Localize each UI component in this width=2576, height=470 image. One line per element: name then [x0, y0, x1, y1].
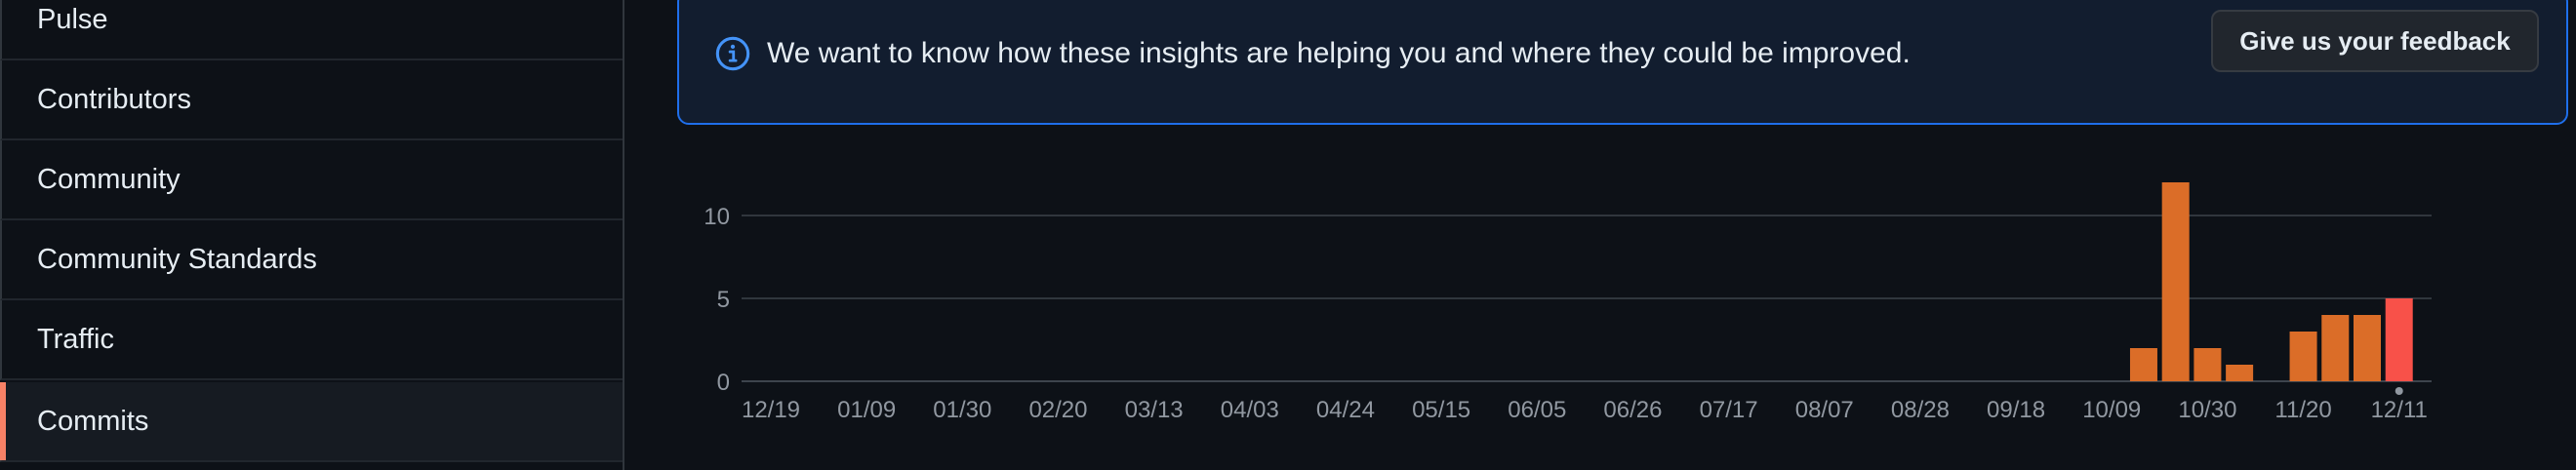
commit-bar[interactable] — [2129, 348, 2157, 381]
x-tick-label: 12/19 — [742, 397, 800, 423]
commit-bar[interactable] — [2161, 182, 2190, 381]
x-tick-label: 08/07 — [1795, 397, 1854, 423]
x-tick-label: 01/30 — [933, 397, 991, 423]
current-week-marker — [2395, 387, 2403, 395]
commit-bar[interactable] — [2289, 332, 2317, 381]
x-tick-label: 08/28 — [1891, 397, 1950, 423]
x-tick-label: 09/18 — [1987, 397, 2045, 423]
x-tick-label: 03/13 — [1125, 397, 1184, 423]
x-tick-label: 04/24 — [1316, 397, 1375, 423]
y-tick-label: 0 — [717, 370, 730, 396]
commit-bar[interactable] — [2321, 315, 2350, 381]
y-tick-label: 10 — [704, 204, 730, 230]
x-tick-label: 04/03 — [1221, 397, 1279, 423]
x-tick-label: 06/05 — [1508, 397, 1566, 423]
x-tick-label: 01/09 — [837, 397, 896, 423]
commit-bar[interactable] — [2354, 315, 2381, 381]
x-tick-label: 06/26 — [1603, 397, 1662, 423]
y-tick-label: 5 — [717, 287, 730, 313]
commit-bar[interactable] — [2194, 348, 2222, 381]
commit-bar[interactable] — [2385, 298, 2413, 381]
x-tick-label: 11/20 — [2274, 397, 2331, 423]
commit-bar[interactable] — [2226, 365, 2254, 381]
x-tick-label: 05/15 — [1412, 397, 1470, 423]
x-tick-label: 12/11 — [2371, 397, 2428, 423]
x-tick-label: 02/20 — [1028, 397, 1087, 423]
x-tick-label: 10/09 — [2082, 397, 2141, 423]
x-tick-label: 10/30 — [2178, 397, 2236, 423]
commits-chart: 0 5 10 12/19 01/09 01/30 02/20 03/13 04/03 04/24… — [704, 182, 2432, 423]
x-tick-label: 07/17 — [1700, 397, 1758, 423]
